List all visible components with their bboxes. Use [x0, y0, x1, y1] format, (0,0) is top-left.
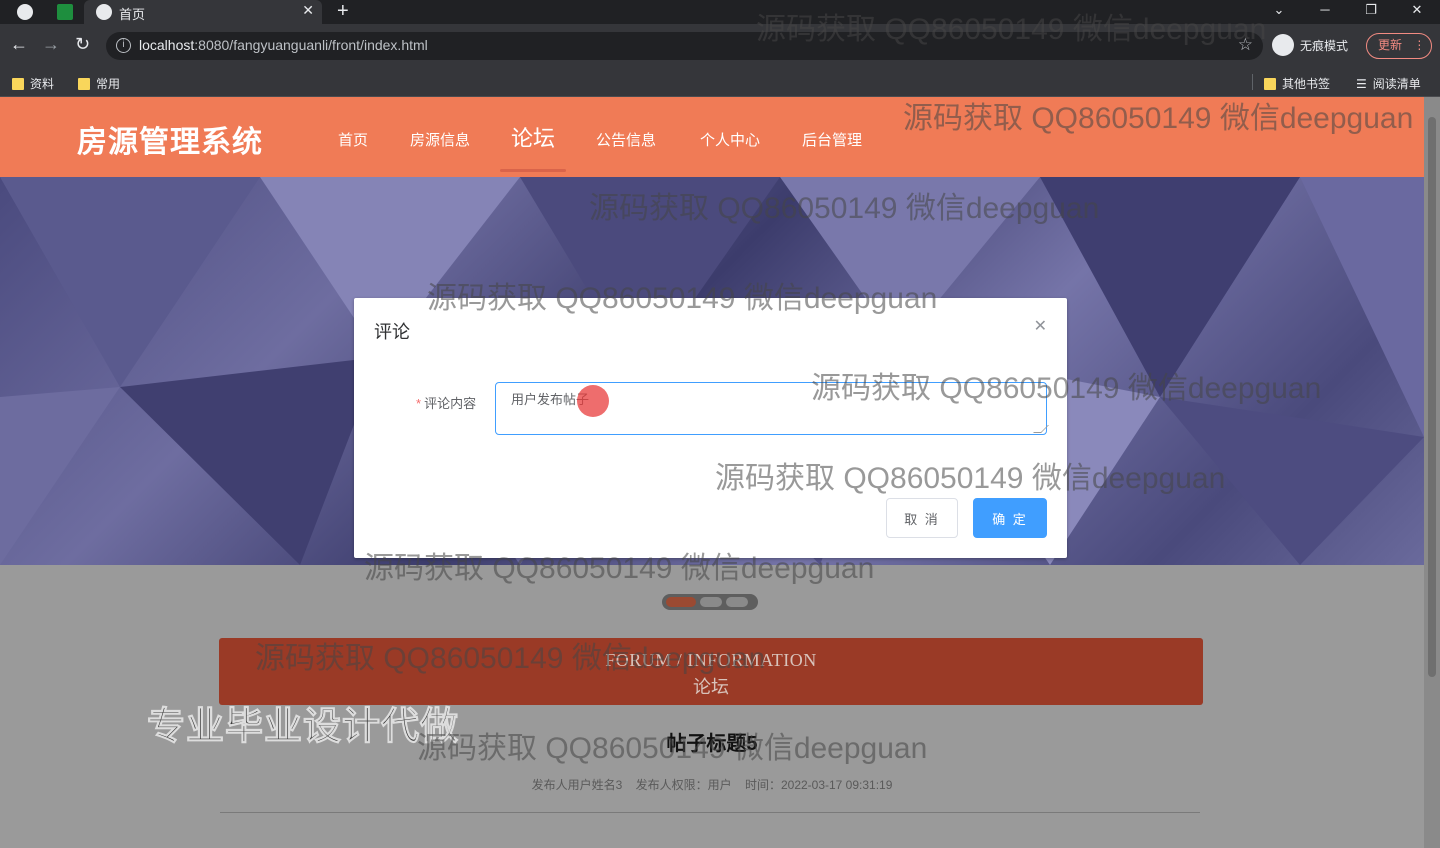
- menu-dots-icon: ⋮: [1413, 38, 1426, 52]
- restore-icon[interactable]: ❐: [1348, 0, 1394, 24]
- tab-title: 首页: [119, 7, 146, 22]
- back-icon[interactable]: ←: [10, 34, 28, 55]
- window-close-icon[interactable]: ✕: [1394, 0, 1440, 24]
- scrollbar-thumb[interactable]: [1428, 117, 1436, 677]
- other-bookmarks[interactable]: 其他书签: [1264, 75, 1330, 92]
- incognito-icon: [1272, 34, 1294, 56]
- post-publisher: 发布人用户姓名3: [531, 778, 623, 792]
- sheets-icon[interactable]: [57, 4, 73, 20]
- reading-list-icon: ☰: [1356, 76, 1367, 91]
- confirm-button[interactable]: 确 定: [973, 498, 1047, 538]
- bookmark-folder-ziliao[interactable]: 资料: [12, 75, 54, 92]
- reload-icon[interactable]: ↻: [75, 34, 90, 55]
- post-permission: 发布人权限：用户: [635, 778, 732, 792]
- bookmark-star-icon[interactable]: ☆: [1238, 35, 1253, 55]
- folder-icon: [1264, 77, 1276, 90]
- page-scrollbar[interactable]: [1424, 97, 1440, 848]
- forward-icon[interactable]: →: [42, 34, 60, 55]
- other-bookmarks-label: 其他书签: [1282, 77, 1331, 91]
- nav-active-indicator: [500, 169, 566, 172]
- comment-field-label-text: 评论内容: [424, 396, 477, 411]
- bookmark-label: 常用: [96, 77, 121, 91]
- new-tab-icon[interactable]: +: [337, 0, 349, 22]
- update-label: 更新: [1378, 38, 1403, 52]
- promo-overlay-text: 专业毕业设计代做: [146, 706, 460, 749]
- required-asterisk: *: [416, 396, 422, 411]
- carousel-dot[interactable]: [726, 597, 748, 607]
- divider: [220, 812, 1200, 813]
- nav-forum[interactable]: 论坛: [511, 121, 555, 153]
- click-indicator: [577, 385, 609, 417]
- minimize-icon[interactable]: ─: [1302, 0, 1348, 24]
- nav-admin[interactable]: 后台管理: [802, 129, 862, 150]
- address-bar[interactable]: i localhost:8080/fangyuanguanli/front/in…: [106, 32, 1263, 60]
- folder-icon: [78, 77, 90, 90]
- folder-icon: [12, 77, 24, 90]
- carousel-dot[interactable]: [666, 597, 696, 607]
- carousel-indicators: [662, 594, 758, 610]
- reading-list[interactable]: ☰ 阅读清单: [1356, 75, 1421, 92]
- post-meta: 发布人用户姓名3 发布人权限：用户 时间：2022-03-17 09:31:19: [0, 776, 1424, 793]
- url-path: :8080/fangyuanguanli/front/index.html: [194, 37, 428, 53]
- tab-search-icon[interactable]: ⌄: [1256, 0, 1302, 24]
- window-controls: ⌄ ─ ❐ ✕: [1256, 0, 1440, 24]
- comment-field-label: * 评论内容: [416, 393, 476, 412]
- update-button[interactable]: 更新 ⋮: [1366, 33, 1432, 59]
- cancel-button[interactable]: 取 消: [886, 498, 958, 538]
- url-text[interactable]: localhost:8080/fangyuanguanli/front/inde…: [139, 37, 428, 53]
- bookmarks-divider: [1252, 74, 1253, 90]
- site-title: 房源管理系统: [77, 126, 263, 159]
- bookmark-folder-changyong[interactable]: 常用: [78, 75, 120, 92]
- nav-housing[interactable]: 房源信息: [410, 129, 470, 150]
- globe-icon: [17, 4, 33, 20]
- url-host: localhost: [139, 37, 195, 53]
- nav-profile[interactable]: 个人中心: [700, 129, 760, 150]
- bookmark-label: 资料: [30, 77, 55, 91]
- carousel-dot[interactable]: [700, 597, 722, 607]
- site-header: 房源管理系统 首页 房源信息 论坛 公告信息 个人中心 后台管理: [0, 97, 1424, 177]
- incognito-indicator[interactable]: 无痕模式: [1272, 34, 1348, 56]
- site-info-icon[interactable]: i: [116, 38, 131, 53]
- reading-list-label: 阅读清单: [1372, 77, 1421, 91]
- browser-tab-bar: 首页 ✕ + ⌄ ─ ❐ ✕: [0, 0, 1440, 24]
- comment-dialog: 评论 ✕ * 评论内容 用户发布帖子 取 消 确 定: [354, 298, 1067, 558]
- comment-textarea[interactable]: 用户发布帖子: [495, 382, 1047, 435]
- incognito-label: 无痕模式: [1300, 38, 1349, 53]
- post-time: 时间：2022-03-17 09:31:19: [744, 778, 893, 792]
- dialog-title: 评论: [374, 322, 410, 342]
- section-heading-en: FORUM / INFORMATION: [605, 650, 817, 670]
- globe-icon: [96, 4, 112, 20]
- browser-tab-active[interactable]: 首页 ✕: [84, 0, 322, 24]
- nav-notices[interactable]: 公告信息: [596, 129, 656, 150]
- tab-close-icon[interactable]: ✕: [302, 2, 314, 19]
- browser-toolbar: ← → ↻ i localhost:8080/fangyuanguanli/fr…: [0, 24, 1440, 68]
- nav-home[interactable]: 首页: [338, 129, 368, 150]
- bookmarks-bar: 资料 常用 其他书签 ☰ 阅读清单: [0, 68, 1440, 97]
- dialog-close-icon[interactable]: ✕: [1034, 316, 1047, 336]
